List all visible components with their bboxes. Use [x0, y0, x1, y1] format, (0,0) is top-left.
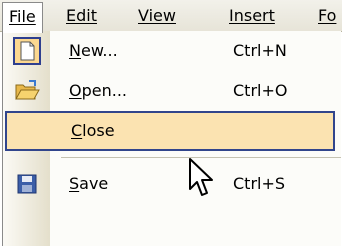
menu-insert[interactable]: Insert [229, 0, 275, 31]
access-key: N [69, 41, 81, 60]
menu-file[interactable]: File [2, 2, 43, 33]
open-folder-icon [13, 77, 41, 105]
menu-item-label: Close [71, 113, 115, 149]
label-rest: lose [82, 121, 115, 140]
mouse-pointer-icon [189, 158, 213, 196]
menu-item-label: Save [69, 164, 108, 204]
shortcut-text: Ctrl+O [233, 81, 288, 100]
shortcut-text: Ctrl+N [233, 41, 287, 60]
shortcut-text: Ctrl+S [233, 174, 286, 193]
file-dropdown-menu: New... Ctrl+N Open... Ctrl+O Close Save [2, 31, 341, 246]
floppy-disk-icon [13, 170, 41, 198]
label-rest: pen... [81, 81, 127, 100]
menu-bar: File Edit View Insert Fo [0, 0, 342, 33]
label-rest: ew... [80, 41, 118, 60]
menu-item-label: Open... [69, 71, 127, 111]
menu-format[interactable]: Fo [318, 0, 336, 31]
menu-item-label: New... [69, 31, 118, 71]
menu-item-close[interactable]: Close [5, 111, 335, 151]
new-document-icon [13, 37, 41, 65]
menu-item-new[interactable]: New... Ctrl+N [3, 31, 341, 71]
menu-item-open[interactable]: Open... Ctrl+O [3, 71, 341, 111]
label-rest: ave [79, 174, 109, 193]
menu-view[interactable]: View [138, 0, 176, 31]
access-key: O [69, 81, 82, 100]
access-key: C [71, 121, 83, 140]
menu-edit[interactable]: Edit [66, 0, 97, 31]
menu-item-save[interactable]: Save Ctrl+S [3, 164, 341, 204]
access-key: S [69, 174, 80, 193]
